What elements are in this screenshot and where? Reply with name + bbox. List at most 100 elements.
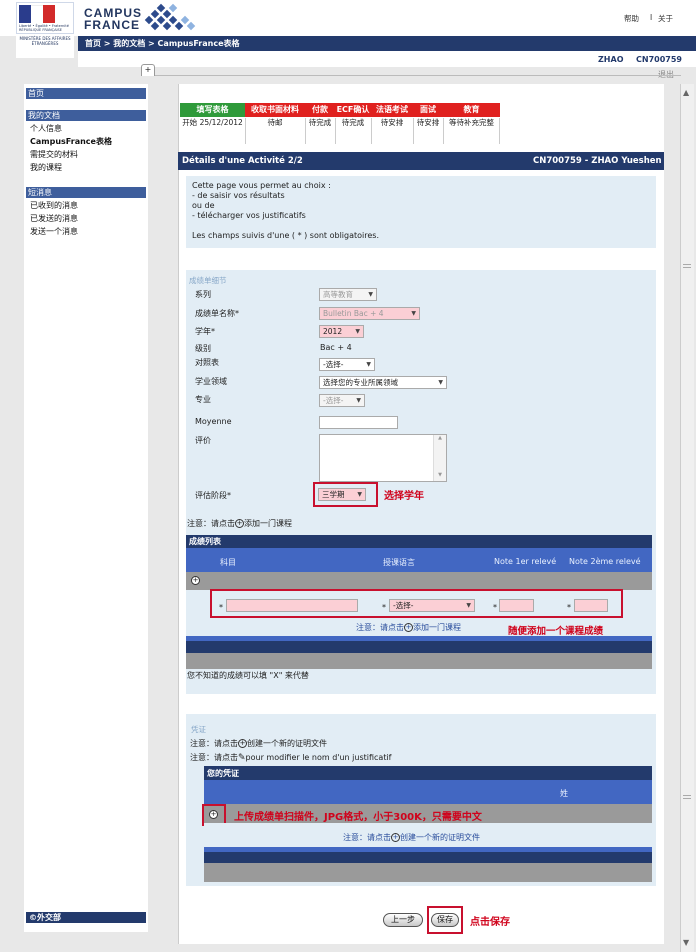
create-proof-link[interactable]: 创建一个新的证明文件 [247, 739, 327, 748]
step-value: 待完成 [308, 118, 332, 127]
note-prefix: 注意：请点击 [343, 833, 391, 842]
sidebar-item-personal-info[interactable]: 个人信息 [30, 124, 62, 134]
sidebar-item-home[interactable]: 首页 [26, 88, 146, 99]
progress-steps: 填写表格 收取书面材料 付款 ECF确认 法语考试 面试 教育 开始 25/12… [180, 103, 500, 144]
sidebar-item-campusfrance-form[interactable]: CampusFrance表格 [30, 137, 112, 147]
step-written-materials: 收取书面材料 [245, 103, 305, 117]
step-divider [499, 118, 500, 144]
grades-annotation: 随便添加一个课程成绩 [508, 626, 604, 637]
stage-select[interactable]: 三学期 ▼ [318, 488, 366, 501]
step-value: 待完成 [341, 118, 365, 127]
sidebar-section-messages[interactable]: 短消息 [26, 187, 146, 198]
step-divider [443, 118, 444, 144]
note-2-input[interactable] [574, 599, 608, 612]
create-proof-link[interactable]: 创建一个新的证明文件 [400, 833, 480, 842]
activity-title: Détails d'une Activité 2/2 [182, 156, 303, 166]
year-select[interactable]: 2012 ▼ [319, 325, 364, 338]
prev-button[interactable]: 上一步 [383, 913, 423, 927]
plus-circle-icon[interactable]: + [191, 576, 200, 585]
sidebar-item-required-materials[interactable]: 需提交的材料 [30, 150, 78, 160]
step-ecf: ECF确认 [335, 103, 371, 117]
scroll-up-icon[interactable]: ▲ [683, 88, 689, 97]
comparison-table-select[interactable]: -选择- ▼ [319, 358, 375, 371]
form-legend: 成绩单细节 [189, 276, 227, 285]
required-star: * [382, 603, 386, 612]
plus-circle-icon[interactable]: + [391, 833, 400, 842]
campus-france-logo[interactable]: CAMPUS FRANCE [84, 7, 142, 31]
average-input[interactable] [319, 416, 398, 429]
series-select[interactable]: 高等教育 ▼ [319, 288, 377, 301]
step-value: 待安排 [416, 118, 440, 127]
sidebar-item-received-messages[interactable]: 已收到的消息 [30, 201, 78, 211]
proof-columns-bar [204, 780, 652, 804]
bulletin-select[interactable]: Bulletin Bac + 4 ▼ [319, 307, 420, 320]
info-line: Les champs suivis d'une ( * ) sont oblig… [192, 231, 379, 240]
language-select[interactable]: -选择- ▼ [389, 599, 475, 612]
help-link[interactable]: 帮助 [624, 13, 639, 24]
scroll-down-icon[interactable]: ▼ [683, 938, 689, 947]
about-link[interactable]: 关于 [658, 13, 673, 24]
level-value: Bac + 4 [320, 343, 352, 352]
dropdown-arrow-icon: ▼ [355, 328, 360, 335]
info-line: - télécharger vos justificatifs [192, 211, 306, 220]
proof-legend: 凭证 [191, 725, 206, 734]
note-1-input[interactable] [499, 599, 534, 612]
add-course-link[interactable]: 添加一门课程 [413, 623, 461, 632]
sidebar-item-my-courses[interactable]: 我的课程 [30, 163, 62, 173]
textarea-scrollbar[interactable]: ▲ ▼ [433, 435, 446, 481]
step-education: 教育 [443, 103, 500, 117]
plus-circle-icon[interactable]: + [209, 810, 218, 819]
flag-caption: Liberté • Égalité • Fraternité RÉPUBLIQU… [19, 24, 69, 32]
plus-circle-icon[interactable]: + [404, 623, 413, 632]
step-payment: 付款 [305, 103, 335, 117]
sidebar-item-sent-messages[interactable]: 已发送的消息 [30, 214, 78, 224]
scroll-thumb-grip[interactable] [683, 795, 691, 799]
info-line: Cette page vous permet au choix : [192, 181, 331, 190]
campus-france-diamond-icon [144, 3, 196, 31]
proof-footer [204, 852, 652, 863]
bulletin-label: 成绩单名称* [195, 309, 239, 318]
required-star: * [493, 603, 497, 612]
pencil-icon[interactable]: ✎ [238, 753, 246, 763]
step-divider [413, 118, 414, 144]
column-name: 姓 [560, 789, 568, 798]
page-scrollbar[interactable] [680, 84, 694, 952]
activity-user: CN700759 - ZHAO Yueshen [533, 156, 662, 166]
average-label: Moyenne [195, 417, 232, 426]
republique-francaise-logo: Liberté • Égalité • Fraternité RÉPUBLIQU… [16, 2, 74, 34]
info-line: - de saisir vos résultats [192, 191, 285, 200]
step-fill-form: 填写表格 [180, 103, 245, 117]
study-field-select[interactable]: 选择您的专业所属领域 ▼ [319, 376, 447, 389]
note-prefix: 注意：请点击 [190, 739, 238, 748]
series-label: 系列 [195, 290, 211, 299]
save-annotation: 点击保存 [470, 917, 510, 928]
user-name: ZHAO [598, 55, 624, 64]
ministry-footer: ©外交部 [26, 912, 146, 923]
save-button[interactable]: 保存 [431, 913, 459, 927]
step-divider [245, 118, 246, 144]
column-subject: 科目 [220, 558, 236, 567]
sidebar-section-docs[interactable]: 我的文档 [26, 110, 146, 121]
major-select[interactable]: -选择- ▼ [319, 394, 365, 407]
plus-circle-icon[interactable]: + [235, 519, 244, 528]
required-star: * [567, 603, 571, 612]
proof-footer [204, 863, 652, 882]
new-tab-button[interactable]: + [141, 64, 155, 76]
plus-circle-icon[interactable]: + [238, 739, 247, 748]
dropdown-arrow-icon: ▼ [356, 397, 361, 404]
comment-label: 评价 [195, 436, 211, 445]
table-label: 对照表 [195, 358, 219, 367]
sidebar-item-send-message[interactable]: 发送一个消息 [30, 227, 78, 237]
required-star: * [219, 603, 223, 612]
comment-textarea[interactable] [319, 434, 447, 482]
breadcrumb[interactable]: 首页 > 我的文档 > CampusFrance表格 [78, 36, 696, 51]
add-course-link[interactable]: 添加一门课程 [244, 519, 292, 528]
scroll-thumb-grip[interactable] [683, 264, 691, 268]
step-divider [305, 118, 306, 144]
major-label: 专业 [195, 395, 211, 404]
grades-footer [186, 641, 652, 653]
add-course-note: 注意：请点击 + 添加一门课程 [187, 518, 292, 529]
subject-input[interactable] [226, 599, 358, 612]
proof-note-create: 注意：请点击 + 创建一个新的证明文件 [190, 738, 327, 749]
rename-proof-link[interactable]: pour modifier le nom d'un justificatif [246, 753, 392, 762]
